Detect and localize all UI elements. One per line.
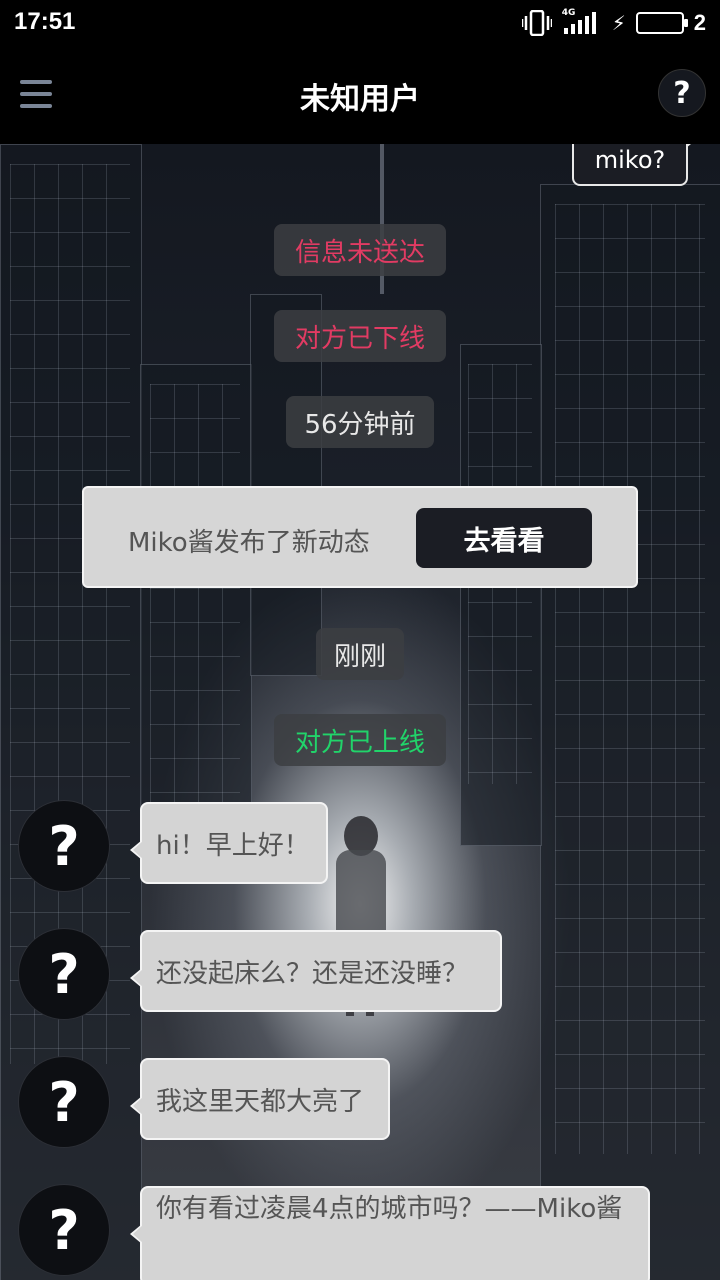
message-bubble: hi！早上好！ — [130, 802, 328, 884]
help-button[interactable]: ? — [658, 69, 706, 117]
battery-icon — [635, 12, 688, 34]
status-time: 17:51 — [14, 8, 76, 35]
vibrate-icon — [521, 10, 552, 36]
message-bubble: 我这里天都大亮了 — [130, 1058, 390, 1140]
battery-level: 2 — [693, 10, 706, 35]
new-post-notification: Miko酱发布了新动态 去看看 — [82, 486, 638, 588]
chat-area[interactable]: miko? 信息未送达 对方已下线 56分钟前 Miko酱发布了新动态 去看看 … — [0, 144, 720, 1280]
message-bubble: 还没起床么？还是还没睡？ — [130, 930, 502, 1012]
avatar[interactable]: ? — [18, 928, 110, 1020]
signal-icon: 4G — [562, 8, 602, 36]
charging-icon: ⚡ — [611, 11, 626, 35]
notification-text: Miko酱发布了新动态 — [128, 528, 370, 558]
status-icons: 4G ⚡ 2 — [521, 8, 706, 38]
sent-message-bubble: miko? — [572, 144, 696, 186]
timestamp-56-min: 56分钟前 — [286, 396, 434, 448]
avatar[interactable]: ? — [18, 1056, 110, 1148]
page-title: 未知用户 — [300, 82, 420, 117]
timestamp-just-now: 刚刚 — [316, 628, 404, 680]
notice-online: 对方已上线 — [274, 714, 446, 766]
app-header: 未知用户 ? — [0, 46, 720, 144]
message-bubble: 你有看过凌晨4点的城市吗？——Miko酱 — [130, 1186, 650, 1280]
status-bar: 17:51 4G ⚡ 2 — [0, 0, 720, 46]
notice-offline: 对方已下线 — [274, 310, 446, 362]
avatar[interactable]: ? — [18, 800, 110, 892]
avatar[interactable]: ? — [18, 1184, 110, 1276]
notice-undelivered: 信息未送达 — [274, 224, 446, 276]
go-see-button[interactable]: 去看看 — [416, 508, 592, 568]
